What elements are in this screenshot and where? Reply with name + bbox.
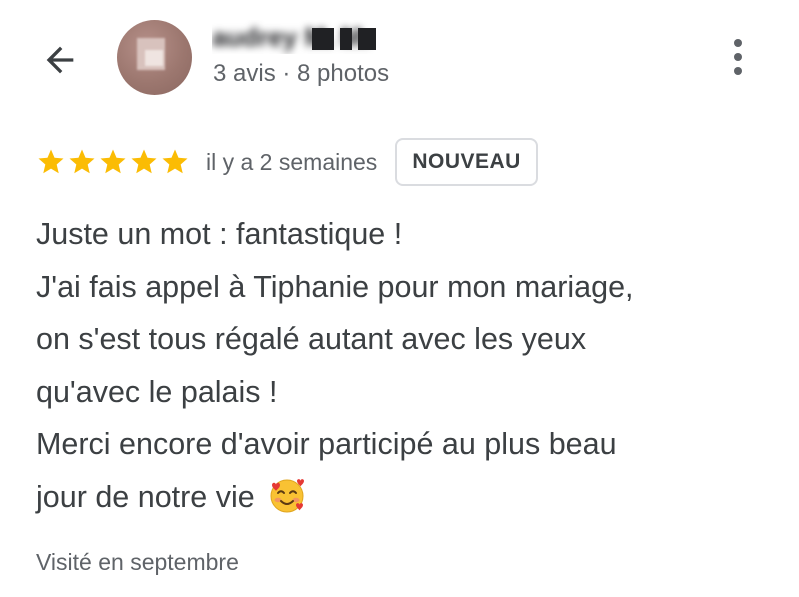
arrow-back-icon xyxy=(46,46,74,74)
rating-row: il y a 2 semaines NOUVEAU xyxy=(36,138,538,186)
more-vert-icon xyxy=(734,39,742,47)
visit-info: Visité en septembre xyxy=(36,549,239,575)
more-vert-icon-dot xyxy=(734,53,742,61)
star-icon xyxy=(131,149,157,174)
review-line-text: jour de notre vie xyxy=(36,479,255,514)
review-line: Juste un mot : fantastique ! xyxy=(36,217,403,251)
avatar[interactable] xyxy=(117,20,192,95)
review-line: on s'est tous régalé autant avec les yeu… xyxy=(36,322,587,356)
reviewer-name[interactable]: audrey M. M. xyxy=(212,20,382,54)
star-icon xyxy=(38,149,64,174)
review-line: J'ai fais appel à Tiphanie pour mon mari… xyxy=(36,269,634,304)
star-icon xyxy=(162,149,188,174)
review-screen: audrey M. M. 3 avis · 8 photos il y a 2 … xyxy=(0,0,799,597)
star-icon xyxy=(100,149,126,174)
review-text: Juste un mot : fantastique ! J'ai fais a… xyxy=(36,208,776,523)
star-rating xyxy=(36,147,190,177)
more-options-button[interactable] xyxy=(716,35,760,79)
review-line: Merci encore d'avoir participé au plus b… xyxy=(36,427,617,461)
name-redaction-block xyxy=(358,28,376,50)
avatar-pixelation-highlight xyxy=(145,50,163,66)
name-redaction-block xyxy=(340,28,352,50)
smiling-face-with-hearts-icon xyxy=(270,478,305,512)
review-line: qu'avec le palais ! xyxy=(36,374,278,409)
name-redaction-block xyxy=(312,28,334,50)
star-icon xyxy=(69,149,95,174)
review-line-last: jour de notre vie xyxy=(36,471,776,524)
reviewer-stats: 3 avis · 8 photos xyxy=(213,60,390,87)
more-vert-icon-dot xyxy=(734,67,742,75)
review-date: il y a 2 semaines xyxy=(206,148,378,175)
back-button[interactable] xyxy=(30,30,90,90)
new-badge: NOUVEAU xyxy=(395,138,538,186)
